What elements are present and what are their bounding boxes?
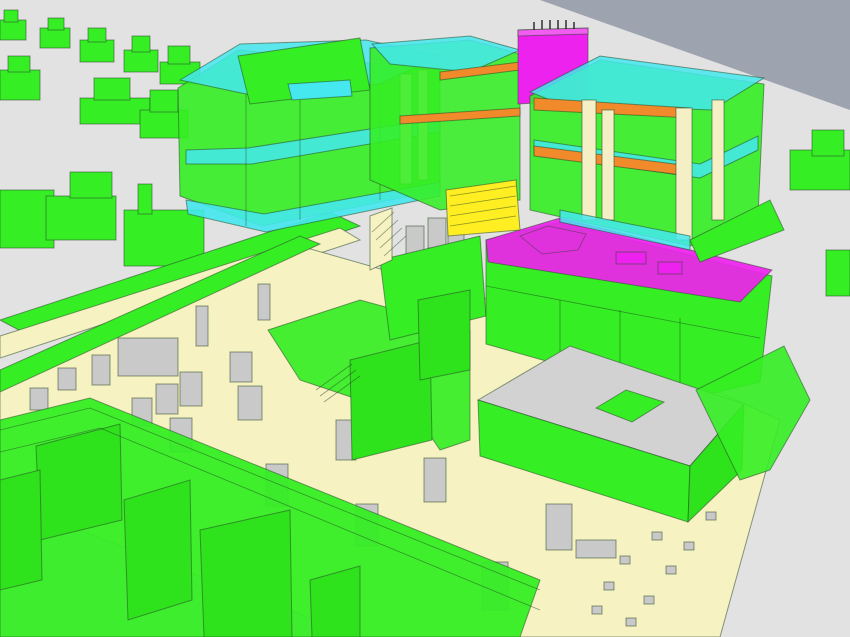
bim-scene[interactable]	[0, 0, 850, 637]
model-viewport[interactable]	[0, 0, 850, 637]
